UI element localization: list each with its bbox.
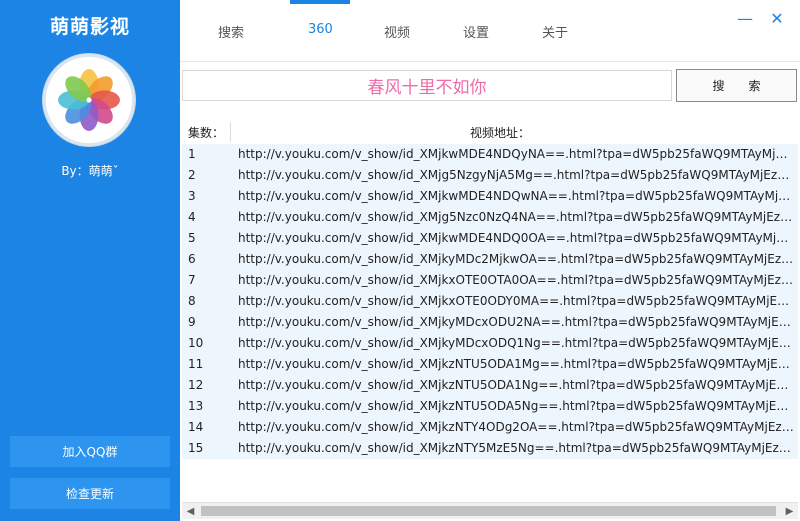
table-row[interactable]: 13 http://v.youku.com/v_show/id_XMjkzNTU5… [182,396,798,417]
check-update-button[interactable]: 检查更新 [10,478,170,509]
tab-360[interactable]: 360 [308,22,333,37]
episode-number: 3 [188,189,196,203]
episode-number: 5 [188,231,196,245]
video-url: http://v.youku.com/v_show/id_XMjkyMDcxOD… [238,336,794,350]
table-row[interactable]: 7 http://v.youku.com/v_show/id_XMjkxOTE0O… [182,270,798,291]
video-url: http://v.youku.com/v_show/id_XMjg5Nzc0Nz… [238,210,794,224]
video-url: http://v.youku.com/v_show/id_XMjkzNTU5OD… [238,399,794,413]
table-row[interactable]: 1 http://v.youku.com/v_show/id_XMjkwMDE4N… [182,144,798,165]
table-row[interactable]: 9 http://v.youku.com/v_show/id_XMjkyMDcxO… [182,312,798,333]
episode-number: 7 [188,273,196,287]
join-qq-group-button[interactable]: 加入QQ群 [10,436,170,467]
author-byline: By：萌萌ˇ [61,164,119,178]
table-row[interactable]: 2 http://v.youku.com/v_show/id_XMjg5NzgyN… [182,165,798,186]
table-header: 集数： 视频地址： [182,120,798,144]
arrow-left-icon[interactable]: ◀ [182,503,199,520]
episode-number: 11 [188,357,204,371]
table-row[interactable]: 14 http://v.youku.com/v_show/id_XMjkzNTY4… [182,417,798,438]
app-title: 萌萌影视 [49,16,130,38]
episode-number: 14 [188,420,204,434]
episode-number: 1 [188,147,196,161]
tab-settings[interactable]: 设置 [463,22,489,41]
tab-search[interactable]: 搜索 [218,22,244,41]
episode-number: 12 [188,378,204,392]
avatar [43,54,135,146]
table-row[interactable]: 3 http://v.youku.com/v_show/id_XMjkwMDE4N… [182,186,798,207]
video-url: http://v.youku.com/v_show/id_XMjkzNTU5OD… [238,357,794,371]
main-panel: 搜索 360 视频 设置 关于 — ✕ 搜索 集数： 视频地址： 1 http:/… [180,0,800,521]
video-url: http://v.youku.com/v_show/id_XMjkxOTE0OT… [238,273,794,287]
table-row[interactable]: 4 http://v.youku.com/v_show/id_XMjg5Nzc0N… [182,207,798,228]
horizontal-scrollbar[interactable]: ◀ ▶ [182,502,798,519]
table-row[interactable]: 12 http://v.youku.com/v_show/id_XMjkzNTU5… [182,375,798,396]
video-url: http://v.youku.com/v_show/id_XMjkyMDc2Mj… [238,252,794,266]
episode-number: 15 [188,441,204,455]
table-row[interactable]: 5 http://v.youku.com/v_show/id_XMjkwMDE4N… [182,228,798,249]
column-header-episode: 集数： [188,126,225,140]
video-url: http://v.youku.com/v_show/id_XMjkyMDcxOD… [238,315,794,329]
video-url: http://v.youku.com/v_show/id_XMjkwMDE4ND… [238,189,794,203]
video-url: http://v.youku.com/v_show/id_XMjkwMDE4ND… [238,147,794,161]
episode-number: 13 [188,399,204,413]
tab-about[interactable]: 关于 [542,22,568,41]
column-header-url: 视频地址： [470,126,531,140]
episode-table: 集数： 视频地址： 1 http://v.youku.com/v_show/id_… [182,120,798,502]
active-tab-indicator [290,0,350,4]
search-button[interactable]: 搜索 [676,69,797,102]
video-url: http://v.youku.com/v_show/id_XMjkzNTY4OD… [238,420,794,434]
tab-bar: 搜索 360 视频 设置 关于 — ✕ [180,0,800,62]
video-url: http://v.youku.com/v_show/id_XMjg5NzgyNj… [238,168,794,182]
search-input[interactable] [182,70,672,101]
arrow-right-icon[interactable]: ▶ [781,503,798,520]
sidebar: 萌萌影视 By：萌萌ˇ 加入QQ群 检查更新 [0,0,180,521]
video-url: http://v.youku.com/v_show/id_XMjkzNTY5Mz… [238,441,794,455]
table-row[interactable]: 8 http://v.youku.com/v_show/id_XMjkxOTE0O… [182,291,798,312]
column-divider [230,122,231,142]
table-row[interactable]: 15 http://v.youku.com/v_show/id_XMjkzNTY5… [182,438,798,459]
table-body: 1 http://v.youku.com/v_show/id_XMjkwMDE4N… [182,144,798,459]
video-url: http://v.youku.com/v_show/id_XMjkzNTU5OD… [238,378,794,392]
tab-video[interactable]: 视频 [384,22,410,41]
episode-number: 8 [188,294,196,308]
video-url: http://v.youku.com/v_show/id_XMjkxOTE0OD… [238,294,794,308]
episode-number: 6 [188,252,196,266]
episode-number: 9 [188,315,196,329]
minimize-icon[interactable]: — [735,8,755,28]
photos-flower-icon [46,57,132,143]
episode-number: 4 [188,210,196,224]
video-url: http://v.youku.com/v_show/id_XMjkwMDE4ND… [238,231,794,245]
close-icon[interactable]: ✕ [767,8,787,28]
episode-number: 10 [188,336,204,350]
scrollbar-thumb[interactable] [201,506,776,516]
table-row[interactable]: 10 http://v.youku.com/v_show/id_XMjkyMDcx… [182,333,798,354]
table-row[interactable]: 6 http://v.youku.com/v_show/id_XMjkyMDc2M… [182,249,798,270]
episode-number: 2 [188,168,196,182]
table-row[interactable]: 11 http://v.youku.com/v_show/id_XMjkzNTU5… [182,354,798,375]
